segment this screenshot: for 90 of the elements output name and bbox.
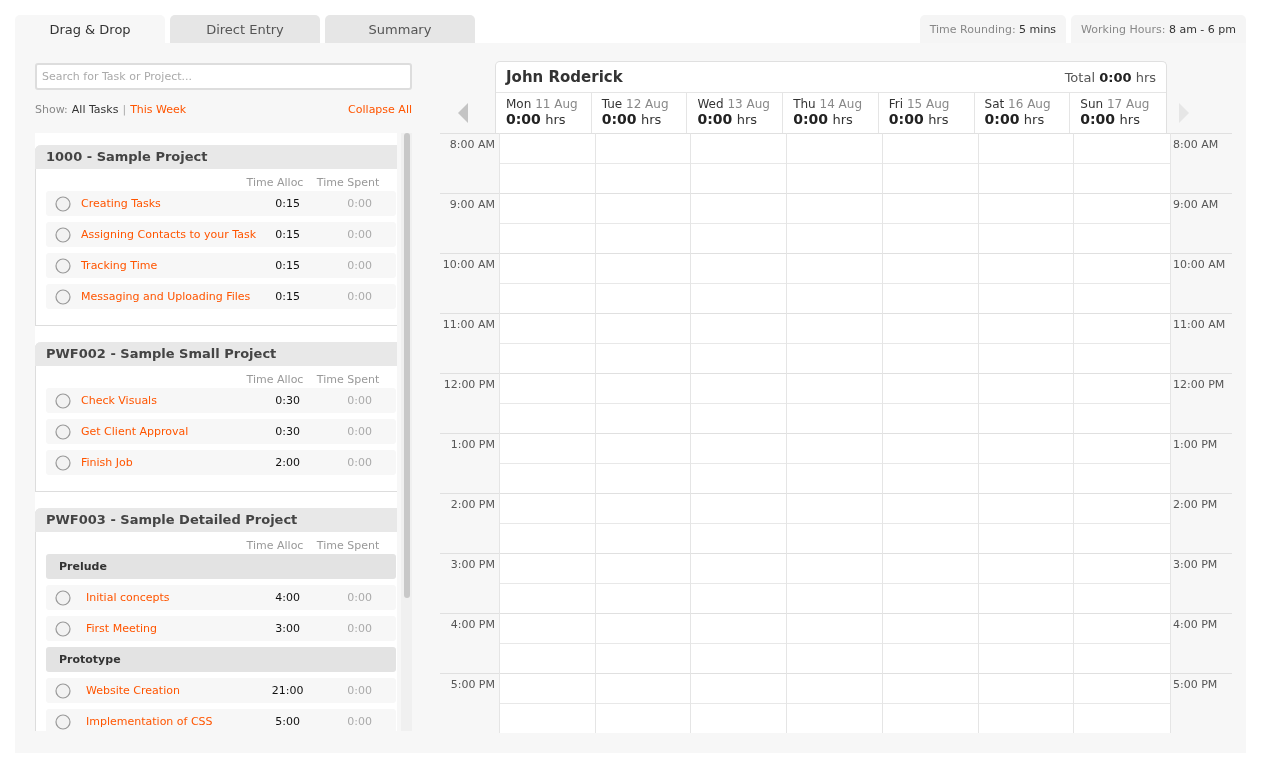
search-field[interactable]: Search for Task or Project... (35, 63, 412, 90)
time-alloc: 5:00 (274, 715, 302, 728)
time-spent: 0:00 (346, 622, 373, 635)
task-row[interactable]: Implementation of CSS 5:00 0:00 (46, 709, 396, 731)
time-alloc: 4:00 (274, 591, 302, 604)
task-row[interactable]: Creating Tasks 0:15 0:00 (46, 191, 396, 216)
time-label: 3:00 PM (450, 558, 495, 571)
column-header: Time Alloc (245, 175, 305, 189)
time-spent: 0:00 (346, 290, 373, 303)
time-label: 11:00 AM (442, 318, 495, 331)
time-label: 4:00 PM (450, 618, 495, 631)
time-alloc: 0:15 (274, 197, 301, 210)
time-label: 5:00 PM (450, 678, 495, 691)
task-row[interactable]: Check Visuals 0:30 0:00 (46, 388, 396, 413)
time-label: 12:00 PM (443, 378, 495, 391)
separator: | (122, 102, 127, 116)
time-label: 8:00 AM (449, 138, 495, 151)
tab[interactable]: Direct Entry (170, 15, 320, 43)
task-row[interactable]: Initial concepts 4:00 0:00 (46, 585, 396, 610)
time-spent: 0:00 (346, 394, 373, 407)
time-alloc: 2:00 (274, 456, 301, 469)
total-hours: Total 0:00 hrs (1064, 69, 1156, 85)
column-header: Time Alloc (245, 372, 305, 386)
person-name: John Roderick (506, 68, 623, 86)
time-spent: 0:00 (346, 684, 373, 697)
time-spent: 0:00 (346, 591, 373, 604)
radio-circle-icon[interactable] (55, 195, 71, 212)
time-label: 12:00 PM (1173, 378, 1225, 391)
project-title[interactable]: PWF002 - Sample Small Project (35, 342, 397, 366)
time-spent: 0:00 (346, 456, 373, 469)
task-row[interactable]: Assigning Contacts to your Task 0:15 0:00 (46, 222, 396, 247)
show-label: Show: (35, 102, 68, 116)
time-label: 11:00 AM (1173, 318, 1226, 331)
time-alloc: 0:15 (274, 228, 301, 241)
task-group-header: Prelude (46, 554, 396, 579)
project-title[interactable]: PWF003 - Sample Detailed Project (35, 508, 397, 532)
radio-circle-icon[interactable] (55, 682, 71, 699)
time-label: 1:00 PM (1173, 438, 1218, 451)
radio-circle-icon[interactable] (55, 392, 71, 409)
filter-link[interactable]: All Tasks (71, 102, 119, 116)
radio-circle-icon[interactable] (55, 423, 71, 440)
column-header: Time Alloc (245, 538, 305, 552)
time-alloc: 21:00 (270, 684, 305, 697)
time-label: 2:00 PM (450, 498, 495, 511)
column-header: Time Spent (315, 372, 381, 386)
time-label: 1:00 PM (450, 438, 495, 451)
time-spent: 0:00 (346, 197, 373, 210)
time-spent: 0:00 (346, 259, 373, 272)
time-spent: 0:00 (346, 715, 373, 728)
previous-week-arrow-icon[interactable] (458, 103, 470, 123)
radio-circle-icon[interactable] (55, 257, 71, 274)
tab[interactable]: Drag & Drop (15, 15, 165, 43)
task-row[interactable]: Messaging and Uploading Files 0:15 0:00 (46, 284, 396, 309)
scrollbar-thumb[interactable] (403, 133, 410, 598)
task-row[interactable]: Tracking Time 0:15 0:00 (46, 253, 396, 278)
task-row[interactable]: First Meeting 3:00 0:00 (46, 616, 396, 641)
radio-circle-icon[interactable] (55, 226, 71, 243)
time-label: 8:00 AM (1173, 138, 1219, 151)
time-alloc: 3:00 (274, 622, 302, 635)
time-label: 9:00 AM (1173, 198, 1219, 211)
time-alloc: 0:30 (274, 394, 301, 407)
radio-circle-icon[interactable] (55, 713, 71, 730)
setting-label: Time Rounding: 5 mins (919, 15, 1067, 43)
radio-circle-icon[interactable] (55, 288, 71, 305)
time-label: 10:00 AM (442, 258, 495, 271)
column-header: Time Spent (315, 175, 381, 189)
time-alloc: 0:30 (274, 425, 301, 438)
setting-label: Working Hours: 8 am - 6 pm (1071, 15, 1246, 43)
day-header: Sun 17 Aug 0:00 hrs (1079, 96, 1151, 129)
task-group-header: Prototype (46, 647, 396, 672)
radio-circle-icon[interactable] (55, 454, 71, 471)
time-label: 9:00 AM (449, 198, 495, 211)
time-label: 10:00 AM (1173, 258, 1226, 271)
time-label: 4:00 PM (1173, 618, 1218, 631)
time-alloc: 0:15 (274, 259, 301, 272)
time-alloc: 0:15 (274, 290, 301, 303)
column-header: Time Spent (315, 538, 381, 552)
time-spent: 0:00 (346, 425, 373, 438)
time-label: 2:00 PM (1173, 498, 1218, 511)
radio-circle-icon[interactable] (55, 589, 71, 606)
scrollbar[interactable] (400, 133, 412, 731)
time-label: 5:00 PM (1173, 678, 1218, 691)
time-label: 3:00 PM (1173, 558, 1218, 571)
task-row[interactable]: Finish Job 2:00 0:00 (46, 450, 396, 475)
task-row[interactable]: Website Creation 21:00 0:00 (46, 678, 396, 703)
project-title[interactable]: 1000 - Sample Project (35, 145, 397, 169)
radio-circle-icon[interactable] (55, 620, 71, 637)
tab[interactable]: Summary (325, 15, 475, 43)
task-row[interactable]: Get Client Approval 0:30 0:00 (46, 419, 396, 444)
time-spent: 0:00 (346, 228, 373, 241)
